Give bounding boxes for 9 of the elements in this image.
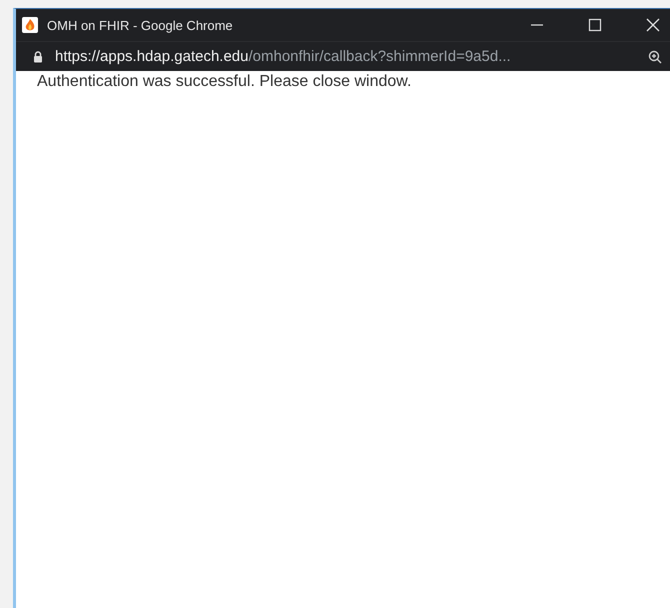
- close-icon[interactable]: [646, 18, 660, 32]
- url-path-text: /omhonfhir/callback?shimmerId=9a5d...: [248, 48, 511, 65]
- zoom-icon[interactable]: [648, 50, 662, 64]
- url-host-text: https://apps.hdap.gatech.edu: [55, 48, 248, 65]
- maximize-icon[interactable]: [588, 18, 602, 32]
- window-title: OMH on FHIR - Google Chrome: [47, 18, 233, 32]
- flame-icon: [22, 17, 38, 33]
- address-bar[interactable]: https://apps.hdap.gatech.edu/omhonfhir/callback?shimmerId=9a5d...: [16, 41, 670, 71]
- status-message: Authentication was successful. Please close window.: [37, 73, 412, 91]
